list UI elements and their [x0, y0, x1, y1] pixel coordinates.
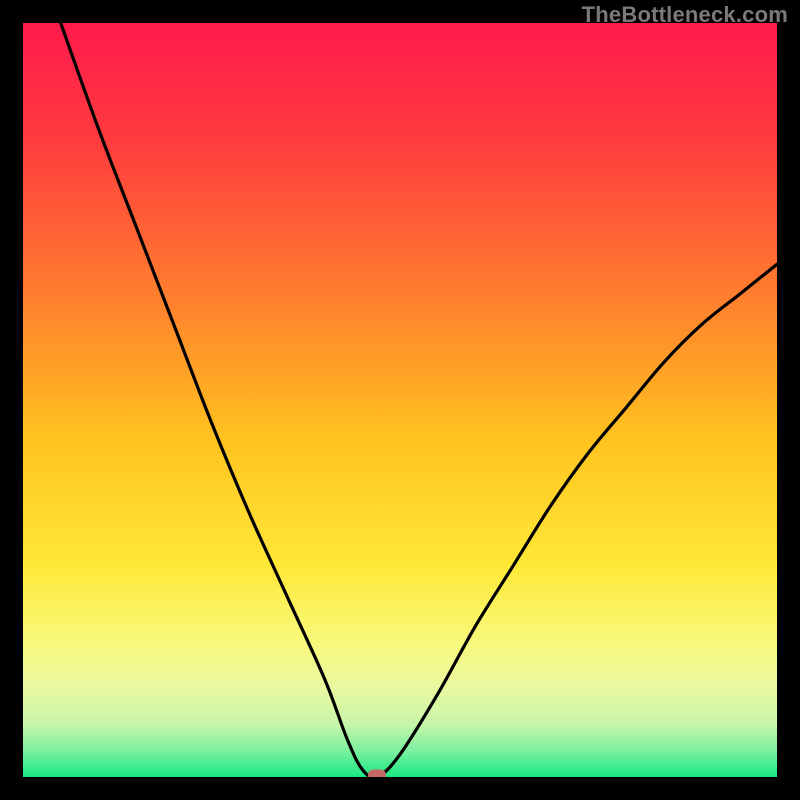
- bottleneck-marker: [368, 770, 386, 778]
- curve-line: [23, 23, 777, 777]
- chart-frame: TheBottleneck.com: [0, 0, 800, 800]
- watermark-text: TheBottleneck.com: [582, 2, 788, 28]
- plot-area: [23, 23, 777, 777]
